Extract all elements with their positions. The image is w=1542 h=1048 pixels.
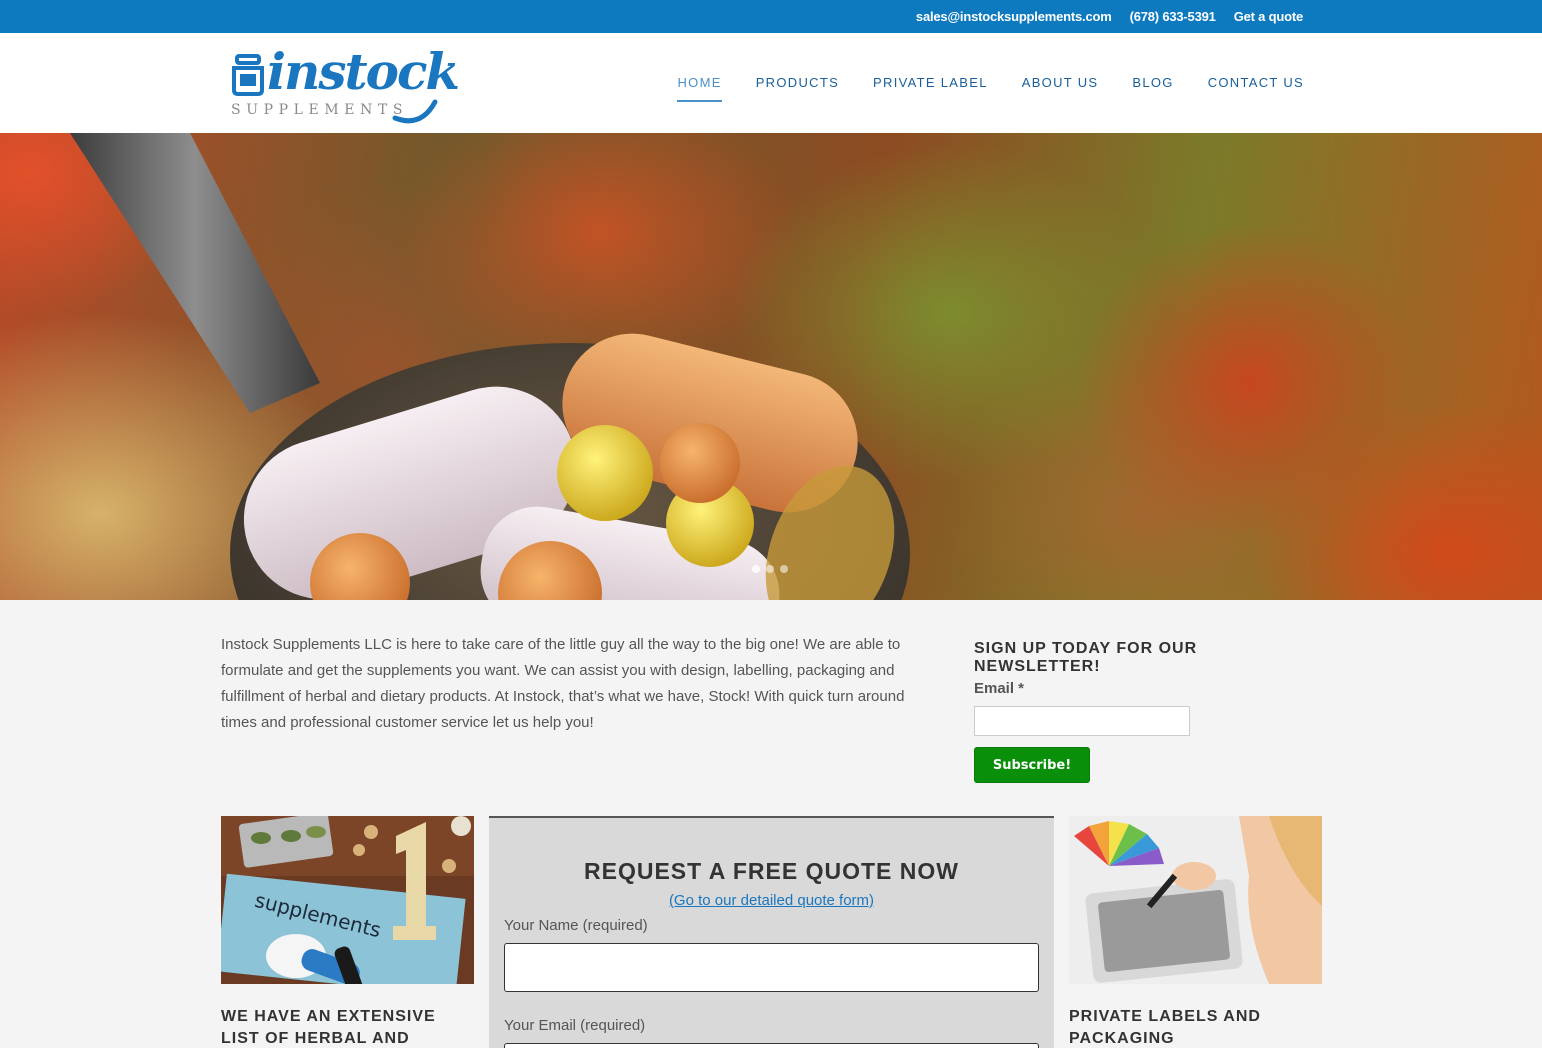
nav-about-us[interactable]: ABOUT US [1022,75,1099,90]
sales-email-link[interactable]: sales@instocksupplements.com [916,9,1112,24]
newsletter-email-label: Email * [974,680,1025,697]
supplements-notebook-image: supplements [221,816,474,984]
hero-image-spoon-with-pills [70,133,910,600]
site-header: instock SUPPLEMENTS HOME PRODUCTS PRIVAT… [0,33,1542,133]
nav-blog[interactable]: BLOG [1132,75,1173,90]
quote-email-input[interactable] [504,1043,1039,1048]
logo-tagline: SUPPLEMENTS [231,102,409,118]
nav-products[interactable]: PRODUCTS [756,75,839,90]
nav-private-label[interactable]: PRIVATE LABEL [873,75,988,90]
newsletter-email-input[interactable] [974,706,1190,736]
quote-request-panel: REQUEST A FREE QUOTE NOW (Go to our deta… [489,816,1054,1048]
private-label-card-title: PRIVATE LABELS AND PACKAGING [1069,1008,1261,1047]
newsletter-signup: SIGN UP TODAY FOR OUR NEWSLETTER! Email … [974,640,1314,783]
slider-dots [752,565,788,573]
phone-link[interactable]: (678) 633-5391 [1130,9,1216,24]
main-nav: HOME PRODUCTS PRIVATE LABEL ABOUT US BLO… [677,75,1304,102]
slide-dot-icon[interactable] [752,565,760,573]
slide-dot-icon[interactable] [766,565,774,573]
subscribe-button[interactable]: Subscribe! [974,747,1090,783]
top-contact-links: sales@instocksupplements.com (678) 633-5… [916,9,1303,24]
quote-email-label: Your Email (required) [504,1017,646,1034]
logo-swoosh [392,99,438,124]
newsletter-heading: SIGN UP TODAY FOR OUR NEWSLETTER! [974,640,1198,675]
get-a-quote-link[interactable]: Get a quote [1234,9,1304,24]
nav-contact-us[interactable]: CONTACT US [1208,75,1304,90]
private-label-card-image[interactable] [1069,816,1322,984]
slide-dot-icon[interactable] [780,565,788,573]
quote-heading: REQUEST A FREE QUOTE NOW [584,858,959,884]
intro-paragraph: Instock Supplements LLC is here to take … [221,636,905,731]
detailed-quote-form-link[interactable]: (Go to our detailed quote form) [489,892,1054,909]
quote-name-label: Your Name (required) [504,917,648,934]
designer-tablet-image [1069,816,1322,984]
supplement-jar-icon [232,54,264,96]
supplements-card-title: WE HAVE AN EXTENSIVE LIST OF HERBAL AND … [221,1008,436,1047]
site-logo[interactable]: instock SUPPLEMENTS [231,42,460,124]
hero-slider[interactable] [0,133,1542,600]
quote-name-input[interactable] [504,943,1039,992]
supplements-card-image[interactable]: supplements [221,816,474,984]
top-contact-bar: sales@instocksupplements.com (678) 633-5… [0,0,1542,33]
nav-home[interactable]: HOME [677,75,722,102]
